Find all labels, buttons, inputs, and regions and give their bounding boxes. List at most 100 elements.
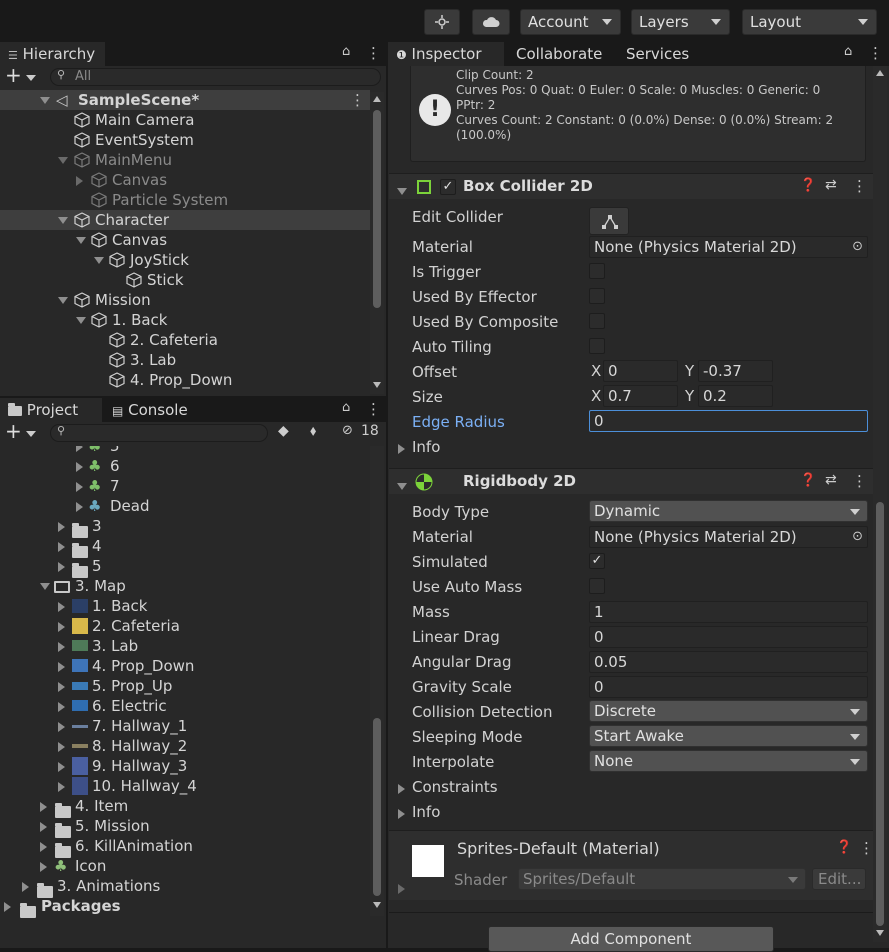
expand-arrow-icon[interactable]	[40, 836, 47, 856]
hierarchy-row[interactable]: Canvas	[0, 230, 370, 250]
constraints-foldout-label[interactable]: Constraints	[412, 776, 498, 798]
foldout-arrow-icon[interactable]	[398, 441, 405, 457]
material-object-field[interactable]: None (Physics Material 2D) ⊙	[589, 236, 868, 258]
tab-inspector[interactable]: ❶ Inspector	[388, 42, 504, 66]
presets-icon[interactable]: ⇄	[825, 177, 837, 193]
filter-by-type-icon[interactable]: ◆	[278, 423, 289, 439]
foldout-arrow-icon[interactable]	[397, 183, 407, 199]
hierarchy-row[interactable]: MainMenu	[0, 150, 370, 170]
auto-tiling-checkbox[interactable]	[589, 338, 605, 354]
expand-arrow-icon[interactable]	[58, 756, 65, 776]
lock-icon[interactable]: ⌂	[844, 44, 852, 59]
kebab-menu-icon[interactable]: ⋮	[852, 472, 867, 490]
expand-arrow-icon[interactable]	[76, 476, 83, 496]
project-search-input[interactable]: ⚲	[50, 424, 268, 442]
edge-radius-field[interactable]: 0	[589, 410, 868, 432]
sleeping-mode-dropdown[interactable]: Start Awake	[589, 725, 868, 747]
project-scrollbar[interactable]	[370, 446, 384, 916]
scroll-up-icon[interactable]	[373, 96, 381, 102]
foldout-arrow-icon[interactable]	[398, 881, 405, 897]
rigidbody-header[interactable]: Rigidbody 2D ❓ ⇄ ⋮	[389, 468, 885, 494]
kebab-menu-icon[interactable]: ⋮	[859, 839, 874, 857]
add-icon[interactable]: +	[5, 419, 22, 443]
layout-dropdown[interactable]: Layout	[742, 9, 877, 35]
expand-arrow-icon[interactable]	[94, 250, 104, 270]
hierarchy-scrollbar[interactable]	[370, 92, 384, 394]
list-item[interactable]: 4. Item	[0, 796, 128, 818]
chevron-down-icon[interactable]	[26, 75, 36, 81]
expand-arrow-icon[interactable]	[58, 776, 65, 796]
gravity-scale-field[interactable]: 0	[589, 676, 868, 698]
expand-arrow-icon[interactable]	[76, 446, 83, 456]
expand-arrow-icon[interactable]	[58, 516, 65, 536]
hierarchy-row[interactable]: Mission	[0, 290, 370, 310]
rb-material-object-field[interactable]: None (Physics Material 2D) ⊙	[589, 526, 868, 548]
filter-by-label-icon[interactable]: ⬧	[310, 423, 316, 439]
kebab-menu-icon[interactable]: ⋮	[366, 44, 381, 62]
chevron-down-icon[interactable]	[26, 431, 36, 437]
inspector-scrollbar[interactable]	[873, 66, 887, 942]
used-by-composite-checkbox[interactable]	[589, 313, 605, 329]
add-component-button[interactable]: Add Component	[488, 926, 774, 952]
expand-arrow-icon[interactable]	[58, 736, 65, 756]
box-collider-header[interactable]: ✓ Box Collider 2D ❓ ⇄ ⋮	[389, 173, 885, 199]
add-icon[interactable]: +	[5, 63, 22, 87]
expand-arrow-icon[interactable]	[58, 676, 65, 696]
expand-arrow-icon[interactable]	[4, 896, 11, 916]
hierarchy-row[interactable]: EventSystem	[0, 130, 370, 150]
shader-dropdown[interactable]: Sprites/Default	[518, 868, 806, 890]
scroll-down-icon[interactable]	[373, 382, 381, 388]
info-foldout-label[interactable]: Info	[412, 801, 440, 823]
linear-drag-field[interactable]: 0	[589, 626, 868, 648]
expand-arrow-icon[interactable]	[58, 636, 65, 656]
collision-detection-dropdown[interactable]: Discrete	[589, 700, 868, 722]
list-item[interactable]: 4	[0, 536, 102, 558]
tab-collaborate[interactable]: Collaborate	[508, 42, 614, 66]
hierarchy-row[interactable]: Main Camera	[0, 110, 370, 130]
kebab-menu-icon[interactable]: ⋮	[350, 90, 365, 110]
hierarchy-row[interactable]: 3. Lab	[0, 350, 370, 370]
hierarchy-row-scene[interactable]: ◁ SampleScene* ⋮	[0, 90, 370, 110]
hierarchy-row-selected[interactable]: Character	[0, 210, 370, 230]
edit-collider-button[interactable]	[589, 207, 629, 235]
kebab-menu-icon[interactable]: ⋮	[868, 44, 883, 62]
angular-drag-field[interactable]: 0.05	[589, 651, 868, 673]
tab-console[interactable]: ▤ Console	[104, 398, 214, 422]
expand-arrow-icon[interactable]	[76, 310, 86, 330]
foldout-arrow-icon[interactable]	[397, 478, 407, 494]
hierarchy-row[interactable]: Stick	[0, 270, 370, 290]
lock-icon[interactable]: ⌂	[342, 44, 350, 59]
foldout-arrow-icon[interactable]	[398, 806, 405, 822]
offset-x-field[interactable]: 0	[603, 360, 678, 382]
expand-arrow-icon[interactable]	[58, 656, 65, 676]
hierarchy-search-input[interactable]: ⚲ All	[50, 68, 381, 86]
list-item[interactable]: 3	[0, 516, 102, 538]
hierarchy-row[interactable]: JoyStick	[0, 250, 370, 270]
hierarchy-row[interactable]: Particle System	[0, 190, 370, 210]
size-x-field[interactable]: 0.7	[603, 385, 678, 407]
size-y-field[interactable]: 0.2	[698, 385, 773, 407]
scrollbar-thumb[interactable]	[876, 502, 884, 926]
expand-arrow-icon[interactable]	[58, 716, 65, 736]
foldout-arrow-icon[interactable]	[398, 781, 405, 797]
list-item[interactable]: 3. Animations	[0, 876, 160, 898]
expand-arrow-icon[interactable]	[58, 536, 65, 556]
object-picker-icon[interactable]: ⊙	[852, 527, 863, 547]
list-item[interactable]: 5. Mission	[0, 816, 150, 838]
lock-icon[interactable]: ⌂	[342, 400, 350, 415]
object-picker-icon[interactable]: ⊙	[852, 237, 863, 257]
expand-arrow-icon[interactable]	[76, 230, 86, 250]
info-foldout-label[interactable]: Info	[412, 436, 440, 458]
hierarchy-row[interactable]: 1. Back	[0, 310, 370, 330]
scroll-down-icon[interactable]	[373, 902, 381, 908]
cloud-button[interactable]	[472, 9, 510, 35]
tab-services[interactable]: Services	[618, 42, 708, 66]
expand-arrow-icon[interactable]	[58, 210, 68, 230]
expand-arrow-icon[interactable]	[58, 556, 65, 576]
kebab-menu-icon[interactable]: ⋮	[852, 177, 867, 195]
use-auto-mass-checkbox[interactable]	[589, 578, 605, 594]
list-item[interactable]: 6. KillAnimation	[0, 836, 193, 858]
help-icon[interactable]: ❓	[800, 178, 816, 193]
offset-y-field[interactable]: -0.37	[698, 360, 773, 382]
hierarchy-row[interactable]: Canvas	[0, 170, 370, 190]
